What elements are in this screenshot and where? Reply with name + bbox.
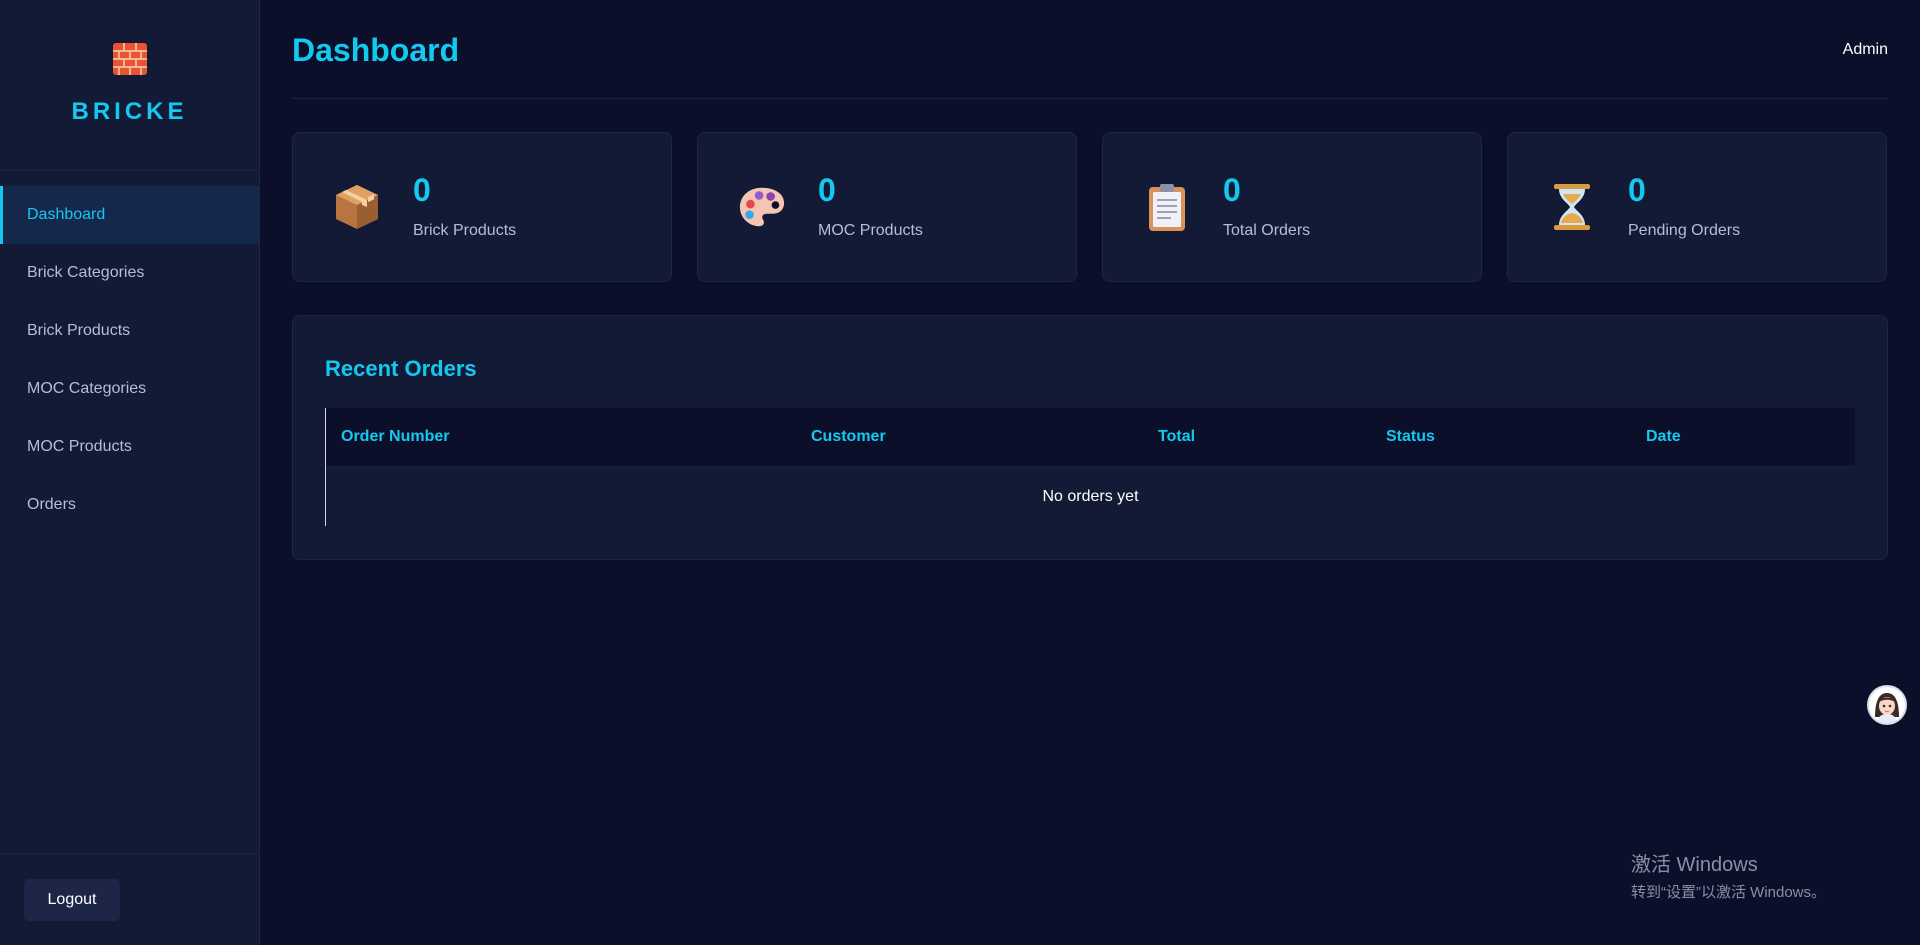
table-header: Order Number Customer Total Status Date <box>326 408 1855 466</box>
watermark-subtitle: 转到“设置”以激活 Windows。 <box>1631 884 1827 901</box>
app: BRICKE Dashboard Brick Categories Brick … <box>0 0 1920 945</box>
user-menu[interactable]: Admin <box>1843 41 1888 59</box>
stat-value: 0 <box>413 172 431 208</box>
sidebar-nav: Dashboard Brick Categories Brick Product… <box>0 186 259 534</box>
topbar: Dashboard Admin <box>292 0 1888 99</box>
orders-table: Order Number Customer Total Status Date … <box>325 408 1855 526</box>
stat-label: Total Orders <box>1223 222 1311 239</box>
clipboard-icon <box>1143 181 1191 233</box>
windows-activation-watermark: 激活 Windows 转到“设置”以激活 Windows。 <box>1631 848 1826 902</box>
package-icon <box>333 181 381 233</box>
sidebar-item-moc-categories[interactable]: MOC Categories <box>0 360 259 418</box>
table-empty-state: No orders yet <box>326 466 1855 526</box>
sidebar-footer: Logout <box>0 853 259 945</box>
sidebar-item-orders[interactable]: Orders <box>0 476 259 534</box>
sidebar-item-moc-products[interactable]: MOC Products <box>0 418 259 476</box>
stat-card-total-orders: 0 Total Orders <box>1102 132 1482 282</box>
page-title: Dashboard <box>292 31 460 68</box>
main-content: Dashboard Admin 0 Brick Products 0 MOC P… <box>292 0 1888 560</box>
column-header-order-number[interactable]: Order Number <box>341 428 449 446</box>
brand-name: BRICKE <box>71 98 188 125</box>
brick-icon <box>111 40 149 78</box>
stat-value: 0 <box>818 172 836 208</box>
stat-value: 0 <box>1223 172 1241 208</box>
stat-card-moc-products: 0 MOC Products <box>697 132 1077 282</box>
column-header-date[interactable]: Date <box>1646 428 1681 446</box>
stat-label: MOC Products <box>818 222 923 239</box>
recent-orders-panel: Recent Orders Order Number Customer Tota… <box>292 315 1888 560</box>
column-header-total[interactable]: Total <box>1158 428 1195 446</box>
assistant-avatar-button[interactable] <box>1867 685 1907 725</box>
recent-orders-title: Recent Orders <box>325 356 477 381</box>
stat-card-pending-orders: 0 Pending Orders <box>1507 132 1887 282</box>
watermark-title: 激活 Windows <box>1631 854 1758 876</box>
stat-label: Pending Orders <box>1628 222 1741 239</box>
sidebar-item-dashboard[interactable]: Dashboard <box>0 186 259 244</box>
stat-value: 0 <box>1628 172 1646 208</box>
brand: BRICKE <box>0 0 259 171</box>
sidebar: BRICKE Dashboard Brick Categories Brick … <box>0 0 260 945</box>
sidebar-item-brick-products[interactable]: Brick Products <box>0 302 259 360</box>
palette-icon <box>738 181 786 233</box>
column-header-status[interactable]: Status <box>1386 428 1435 446</box>
logout-button[interactable]: Logout <box>24 879 120 921</box>
sidebar-item-brick-categories[interactable]: Brick Categories <box>0 244 259 302</box>
stats-row: 0 Brick Products 0 MOC Products 0 Total … <box>292 132 1888 282</box>
hourglass-icon <box>1548 181 1596 233</box>
stat-card-brick-products: 0 Brick Products <box>292 132 672 282</box>
stat-label: Brick Products <box>413 222 517 239</box>
column-header-customer[interactable]: Customer <box>811 428 886 446</box>
